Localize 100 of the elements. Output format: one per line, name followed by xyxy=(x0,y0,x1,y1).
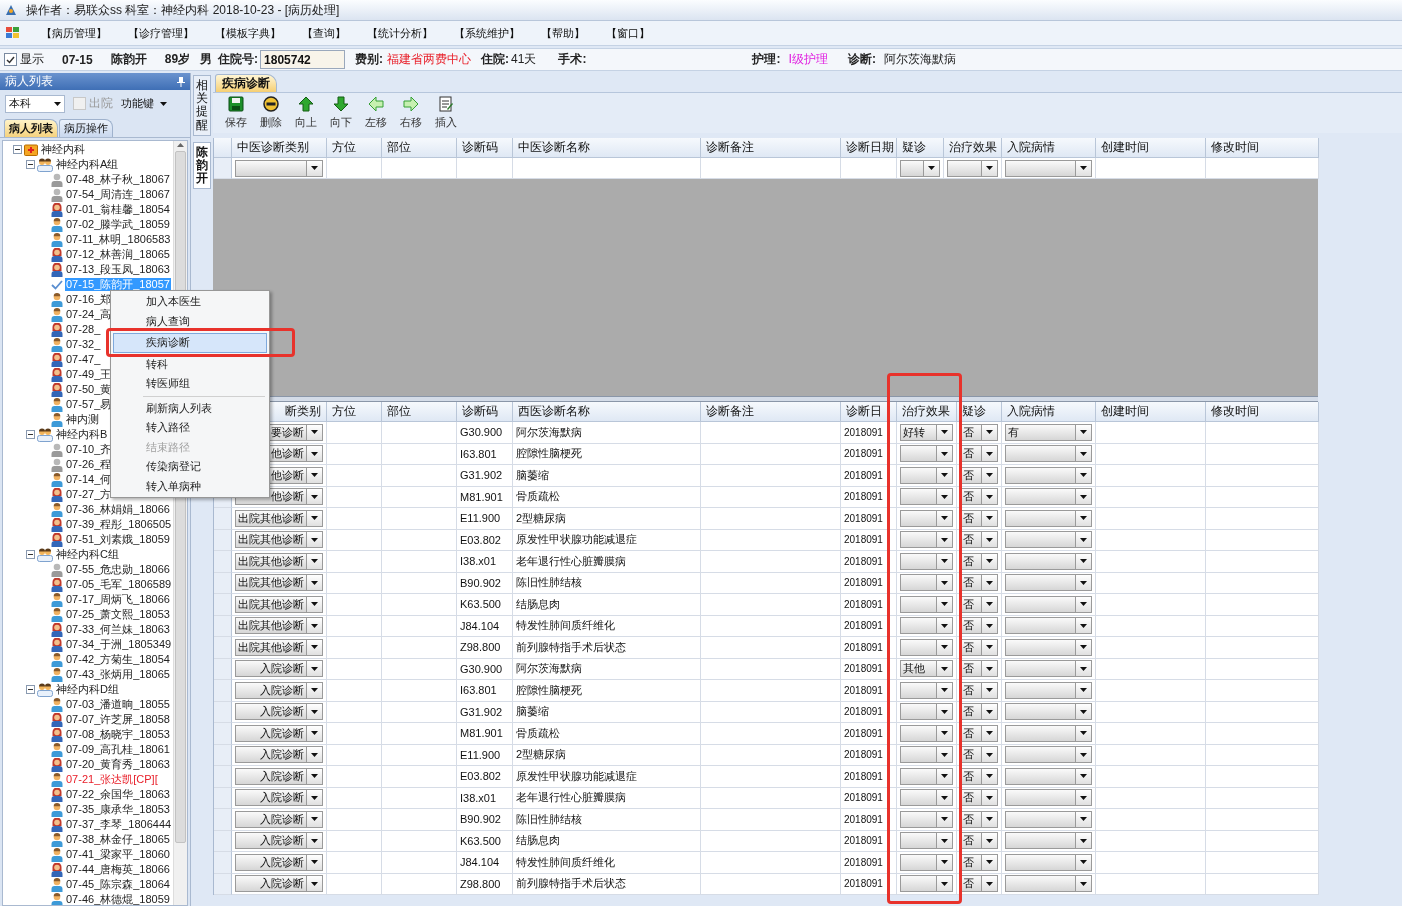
row-header[interactable] xyxy=(214,508,232,530)
patient-item[interactable]: 07-20_黄育秀_18063 xyxy=(65,758,171,771)
dropdown[interactable]: 入院诊断 xyxy=(235,767,323,785)
column-header[interactable]: 创建时间 xyxy=(1096,402,1206,422)
scroll-up-icon[interactable] xyxy=(177,143,184,147)
column-header[interactable]: 治疗效果 xyxy=(944,138,1002,158)
row-header[interactable] xyxy=(214,529,232,551)
patient-item[interactable]: 07-07_许芝屏_18058 xyxy=(65,713,171,726)
column-header[interactable]: 疑诊 xyxy=(897,138,944,158)
dropdown[interactable]: 入院诊断 xyxy=(235,789,323,807)
dropdown[interactable]: 否 xyxy=(960,574,998,592)
dropdown[interactable]: 入院诊断 xyxy=(235,681,323,699)
dropdown[interactable]: 否 xyxy=(960,595,998,613)
row-header[interactable] xyxy=(214,701,232,723)
patient-item[interactable]: 07-32_ xyxy=(65,338,102,351)
toolbar-button[interactable]: 删除 xyxy=(256,95,285,131)
patient-item[interactable]: 07-46_林德焜_18059 xyxy=(65,893,171,905)
column-header[interactable]: 创建时间 xyxy=(1096,138,1206,158)
patient-item[interactable]: 07-21_张达凯[CP][ xyxy=(65,773,159,786)
patient-item[interactable]: 07-39_程彤_1806505 xyxy=(65,518,173,531)
tab[interactable]: 病历操作 xyxy=(59,119,113,137)
patient-item[interactable]: 07-12_林善润_18065 xyxy=(65,248,171,261)
show-checkbox[interactable]: 显示 xyxy=(4,51,44,68)
toolbar-button[interactable]: 插入 xyxy=(431,95,460,131)
side-tab[interactable]: 相关提醒 xyxy=(193,75,211,136)
menu-item[interactable]: 转医师组 xyxy=(113,374,267,394)
column-header[interactable]: 方位 xyxy=(327,402,382,422)
dropdown[interactable]: 好转 xyxy=(900,423,953,441)
toolbar-button[interactable]: 向上 xyxy=(291,95,320,131)
dropdown[interactable]: 入院诊断 xyxy=(235,853,323,871)
patient-item[interactable]: 07-43_张炳用_18065 xyxy=(65,668,171,681)
dropdown[interactable]: 否 xyxy=(960,875,998,893)
patient-item[interactable]: 07-01_翁桂馨_18054 xyxy=(65,203,171,216)
toolbar-button[interactable]: 向下 xyxy=(326,95,355,131)
dropdown[interactable]: 否 xyxy=(960,617,998,635)
patient-item[interactable]: 07-10_齐 xyxy=(65,443,113,456)
collapse-icon[interactable] xyxy=(13,145,22,154)
patient-item[interactable]: 07-22_余国华_18063 xyxy=(65,788,171,801)
dropdown[interactable]: 否 xyxy=(960,488,998,506)
dropdown[interactable]: 否 xyxy=(960,789,998,807)
dropdown[interactable]: 入院诊断 xyxy=(235,875,323,893)
side-tab[interactable]: 陈韵开 xyxy=(193,141,211,190)
row-header[interactable] xyxy=(214,615,232,637)
dropdown[interactable]: 入院诊断 xyxy=(235,832,323,850)
row-header[interactable] xyxy=(214,723,232,745)
patient-item[interactable]: 07-11_林明_1806583 xyxy=(65,233,172,246)
patient-item[interactable]: 07-36_林娟娟_18066 xyxy=(65,503,171,516)
dropdown[interactable]: 否 xyxy=(960,724,998,742)
patient-item[interactable]: 07-51_刘素娥_18059 xyxy=(65,533,171,546)
dropdown[interactable]: 否 xyxy=(960,660,998,678)
dropdown[interactable]: 出院其他诊断 xyxy=(235,617,323,635)
patient-item[interactable]: 07-49_王 xyxy=(65,368,113,381)
patient-item[interactable]: 07-45_陈宗森_18064 xyxy=(65,878,171,891)
patient-item[interactable]: 07-54_周清连_18067 xyxy=(65,188,171,201)
dropdown[interactable]: 出院其他诊断 xyxy=(235,509,323,527)
dropdown[interactable]: 入院诊断 xyxy=(235,746,323,764)
patient-item[interactable]: 07-47_ xyxy=(65,353,102,366)
dropdown[interactable]: 否 xyxy=(960,445,998,463)
window-menu-icon[interactable] xyxy=(6,27,20,39)
tab[interactable]: 病人列表 xyxy=(4,119,58,137)
row-header[interactable] xyxy=(214,572,232,594)
patient-item[interactable]: 07-34_于洲_1805349 xyxy=(65,638,173,651)
dropdown[interactable]: 否 xyxy=(960,746,998,764)
patient-item[interactable]: 07-02_滕学武_18059 xyxy=(65,218,171,231)
menu-item[interactable]: 【帮助】 xyxy=(541,25,585,41)
patient-item[interactable]: 07-09_高孔桂_18061 xyxy=(65,743,171,756)
collapse-icon[interactable] xyxy=(26,550,35,559)
dropdown[interactable]: 否 xyxy=(960,552,998,570)
collapse-icon[interactable] xyxy=(26,160,35,169)
dropdown[interactable]: 否 xyxy=(960,810,998,828)
patient-item[interactable]: 07-38_林金仔_18065 xyxy=(65,833,171,846)
dropdown[interactable]: 出院其他诊断 xyxy=(235,595,323,613)
dropdown[interactable]: 否 xyxy=(960,703,998,721)
dropdown[interactable]: 否 xyxy=(960,832,998,850)
dropdown[interactable]: 否 xyxy=(960,466,998,484)
menu-item[interactable]: 【诊疗管理】 xyxy=(128,25,194,41)
row-header[interactable] xyxy=(214,158,232,179)
patient-item[interactable]: 07-25_萧文熙_18053 xyxy=(65,608,171,621)
dropdown[interactable]: 入院诊断 xyxy=(235,810,323,828)
dropdown[interactable]: 其他 xyxy=(900,660,953,678)
patient-item[interactable]: 07-37_李琴_1806444 xyxy=(65,818,173,831)
dropdown[interactable]: 出院其他诊断 xyxy=(235,638,323,656)
tab[interactable]: 疾病诊断 xyxy=(215,74,277,92)
patient-item[interactable]: 07-03_潘道晌_18055 xyxy=(65,698,171,711)
column-header[interactable]: 修改时间 xyxy=(1206,402,1319,422)
dropdown[interactable]: 否 xyxy=(960,767,998,785)
patient-item[interactable]: 07-16_郑 xyxy=(65,293,113,306)
menu-item[interactable]: 疾病诊断 xyxy=(113,333,267,353)
dropdown[interactable]: 入院诊断 xyxy=(235,724,323,742)
dropdown[interactable]: 否 xyxy=(960,853,998,871)
column-header[interactable]: 入院病情 xyxy=(1002,402,1096,422)
dropdown[interactable]: 出院其他诊断 xyxy=(235,574,323,592)
column-header[interactable]: 诊断码 xyxy=(457,138,513,158)
patient-item[interactable]: 07-50_黄 xyxy=(65,383,113,396)
row-header[interactable] xyxy=(214,873,232,895)
menu-item[interactable]: 转科 xyxy=(113,354,267,374)
dropdown[interactable]: 否 xyxy=(960,509,998,527)
column-header[interactable]: 部位 xyxy=(382,402,457,422)
patient-item[interactable]: 07-14_何 xyxy=(65,473,113,486)
menu-item[interactable]: 病人查询 xyxy=(113,311,267,331)
